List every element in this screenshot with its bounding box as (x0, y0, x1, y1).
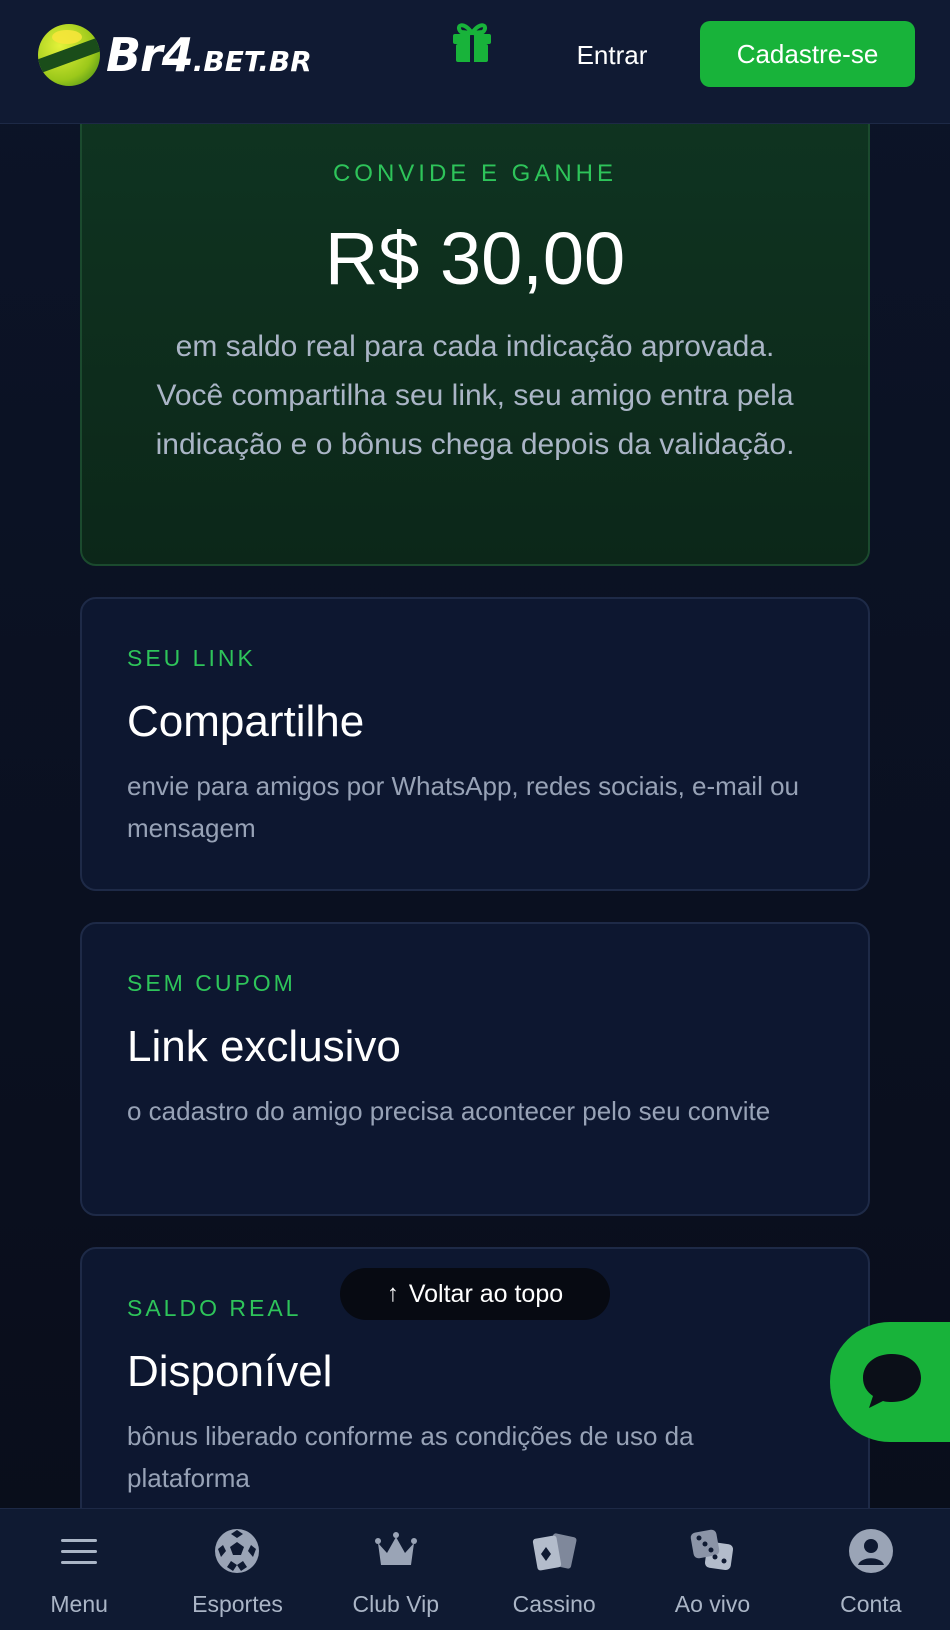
card-description: envie para amigos por WhatsApp, redes so… (127, 771, 799, 843)
signup-button[interactable]: Cadastre-se (700, 21, 915, 87)
page: Br4.BET.BR Entrar Cadastre-se CONVIDE E … (0, 0, 950, 1630)
referral-hero-card: CONVIDE E GANHE R$ 30,00 em saldo real p… (80, 100, 870, 566)
brand-logo[interactable]: Br4.BET.BR (38, 20, 312, 90)
card-title: Compartilhe (127, 697, 365, 746)
cards-icon (533, 1533, 577, 1571)
nav-label: Cassino (512, 1591, 596, 1617)
soccer-ball-icon (215, 1529, 260, 1573)
chat-bubble-icon (863, 1354, 921, 1408)
nav-item-casino[interactable]: Cassino (475, 1509, 633, 1630)
chat-support-button[interactable] (830, 1322, 950, 1442)
nav-label: Ao vivo (674, 1591, 751, 1617)
info-card-exclusive-link: SEM CUPOM Link exclusivo o cadastro do a… (80, 922, 870, 1216)
hero-eyebrow: CONVIDE E GANHE (332, 160, 618, 187)
crown-icon (374, 1532, 417, 1565)
nav-item-live[interactable]: Ao vivo (633, 1509, 791, 1630)
nav-label: Club Vip (352, 1591, 440, 1617)
bottom-navigation: Menu Esportes Club Vip Cassino Ao vivo C… (0, 1508, 950, 1630)
menu-icon (61, 1539, 98, 1564)
nav-label: Menu (50, 1591, 108, 1617)
logo-main: Br4 (106, 28, 194, 82)
info-card-share: SEU LINK Compartilhe envie para amigos p… (80, 597, 870, 891)
card-title: Disponível (127, 1347, 333, 1396)
card-eyebrow: SEM CUPOM (127, 970, 296, 996)
hero-amount: R$ 30,00 (324, 217, 626, 300)
logo-ball-icon (38, 24, 100, 86)
nav-item-account[interactable]: Conta (792, 1509, 950, 1630)
nav-label: Conta (840, 1591, 902, 1617)
card-description: o cadastro do amigo precisa acontecer pe… (127, 1096, 771, 1126)
card-eyebrow: SALDO REAL (127, 1295, 302, 1321)
card-description: bônus liberado conforme as condições de … (127, 1421, 694, 1493)
nav-item-sports[interactable]: Esportes (158, 1509, 316, 1630)
dice-icon (691, 1529, 734, 1571)
card-eyebrow: SEU LINK (127, 645, 256, 671)
gift-icon[interactable] (449, 16, 495, 64)
back-to-top-label: Voltar ao topo (408, 1279, 564, 1308)
nav-item-menu[interactable]: Menu (0, 1509, 158, 1630)
card-title: Link exclusivo (127, 1022, 401, 1071)
user-icon (848, 1529, 893, 1573)
nav-item-club-vip[interactable]: Club Vip (317, 1509, 475, 1630)
back-to-top-button[interactable]: ↑ Voltar ao topo (340, 1268, 610, 1320)
logo-text: Br4.BET.BR (106, 28, 312, 82)
login-button[interactable]: Entrar (548, 30, 676, 80)
top-header: Br4.BET.BR Entrar Cadastre-se (0, 0, 950, 124)
logo-suffix: .BET.BR (192, 45, 312, 78)
arrow-up-icon: ↑ (386, 1280, 399, 1307)
hero-description: em saldo real para cada indicação aprova… (155, 330, 795, 461)
nav-label: Esportes (192, 1591, 283, 1617)
